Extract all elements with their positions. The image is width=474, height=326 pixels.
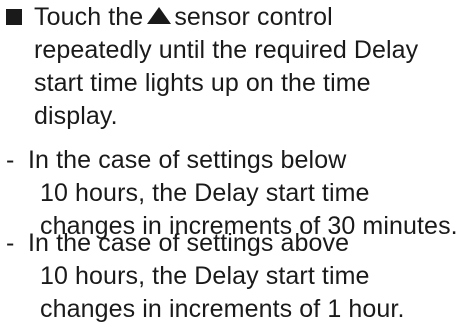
instruction-line-3: start time lights up on the time bbox=[34, 69, 371, 97]
dash-marker: - bbox=[6, 229, 15, 257]
instruction-line-2: repeatedly until the required Delay bbox=[34, 36, 419, 64]
instruction-line-4: display. bbox=[34, 102, 118, 130]
dash-marker: - bbox=[6, 146, 15, 174]
up-triangle-icon bbox=[147, 7, 172, 24]
note-line: 10 hours, the Delay start time bbox=[40, 262, 370, 290]
instruction-text-before-icon: Touch the bbox=[34, 3, 144, 31]
note-line: In the case of settings above bbox=[28, 229, 350, 257]
instruction-line-1: Touch the sensor control bbox=[34, 0, 333, 34]
instruction-text-after-icon: sensor control bbox=[174, 3, 333, 31]
note-line: 10 hours, the Delay start time bbox=[40, 179, 370, 207]
note-line: In the case of settings below bbox=[28, 146, 347, 174]
square-bullet-icon bbox=[6, 9, 22, 25]
instruction-page: Touch the sensor control repeatedly until… bbox=[0, 0, 474, 324]
note-line: changes in increments of 1 hour. bbox=[40, 295, 405, 323]
